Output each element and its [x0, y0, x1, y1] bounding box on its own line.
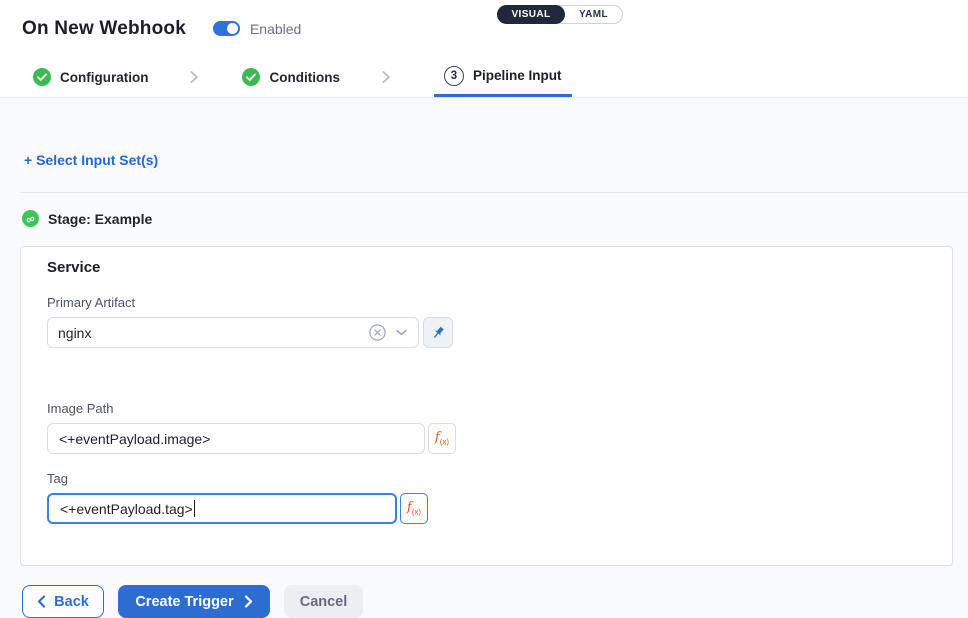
- chevron-right-icon: [244, 595, 253, 608]
- primary-artifact-row: nginx: [47, 317, 926, 348]
- back-button-label: Back: [54, 594, 89, 610]
- tag-label: Tag: [47, 471, 926, 486]
- expression-fx-button[interactable]: f(x): [428, 423, 456, 454]
- expression-fx-button[interactable]: f(x): [400, 493, 428, 524]
- wizard-footer: Back Create Trigger Cancel: [22, 585, 968, 618]
- tag-input[interactable]: <+eventPayload.tag>: [47, 493, 397, 524]
- text-cursor: [194, 500, 196, 517]
- cancel-button-label: Cancel: [300, 594, 348, 610]
- fx-icon: f(x): [435, 431, 449, 447]
- chevron-right-icon: [188, 57, 200, 97]
- tag-value: <+eventPayload.tag>: [60, 501, 193, 517]
- stage-icon: ∞: [22, 210, 39, 227]
- image-path-value: <+eventPayload.image>: [59, 431, 210, 447]
- tab-pipeline-input-label: Pipeline Input: [473, 68, 562, 83]
- toggle-knob: [227, 23, 238, 34]
- create-trigger-label: Create Trigger: [135, 594, 233, 610]
- image-path-label: Image Path: [47, 401, 926, 416]
- enabled-toggle-label: Enabled: [250, 21, 301, 37]
- primary-artifact-select[interactable]: nginx: [47, 317, 419, 348]
- wizard-tab-bar: Configuration Conditions 3 Pipeline Inpu…: [0, 57, 968, 98]
- create-trigger-button[interactable]: Create Trigger: [118, 585, 270, 618]
- service-card: Service Primary Artifact nginx: [20, 246, 953, 566]
- pipeline-input-panel: + Select Input Set(s) ∞ Stage: Example S…: [0, 98, 968, 618]
- tag-row: <+eventPayload.tag> f(x): [47, 493, 926, 524]
- stage-heading-row: ∞ Stage: Example: [22, 210, 968, 227]
- primary-artifact-value: nginx: [58, 325, 360, 341]
- section-divider: [20, 192, 968, 193]
- page-title: On New Webhook: [22, 18, 186, 40]
- visual-view-button[interactable]: VISUAL: [497, 5, 565, 24]
- pin-icon: [430, 325, 446, 341]
- step-number-badge: 3: [444, 66, 464, 86]
- pin-button[interactable]: [423, 317, 453, 348]
- stage-heading: Stage: Example: [48, 211, 152, 227]
- image-path-row: <+eventPayload.image> f(x): [47, 423, 926, 454]
- check-circle-icon: [242, 68, 260, 86]
- tab-configuration[interactable]: Configuration: [33, 57, 148, 97]
- tab-conditions[interactable]: Conditions: [242, 57, 340, 97]
- header: On New Webhook Enabled VISUAL YAML: [0, 0, 968, 57]
- yaml-view-button[interactable]: YAML: [565, 6, 622, 23]
- fx-icon: f(x): [407, 501, 421, 517]
- back-button[interactable]: Back: [22, 585, 104, 618]
- visual-yaml-switch: VISUAL YAML: [497, 5, 623, 24]
- tab-pipeline-input[interactable]: 3 Pipeline Input: [434, 57, 572, 97]
- cancel-button[interactable]: Cancel: [284, 585, 363, 618]
- service-heading: Service: [47, 259, 926, 276]
- tab-configuration-label: Configuration: [60, 70, 148, 85]
- enabled-toggle[interactable]: [213, 21, 240, 36]
- check-circle-icon: [33, 68, 51, 86]
- select-input-sets-link[interactable]: + Select Input Set(s): [24, 152, 158, 168]
- primary-artifact-label: Primary Artifact: [47, 295, 926, 310]
- clear-icon[interactable]: [369, 324, 386, 341]
- chevron-down-icon[interactable]: [395, 328, 408, 337]
- image-path-input[interactable]: <+eventPayload.image>: [47, 423, 425, 454]
- chevron-right-icon: [380, 57, 392, 97]
- chevron-left-icon: [37, 595, 46, 608]
- tab-conditions-label: Conditions: [269, 70, 340, 85]
